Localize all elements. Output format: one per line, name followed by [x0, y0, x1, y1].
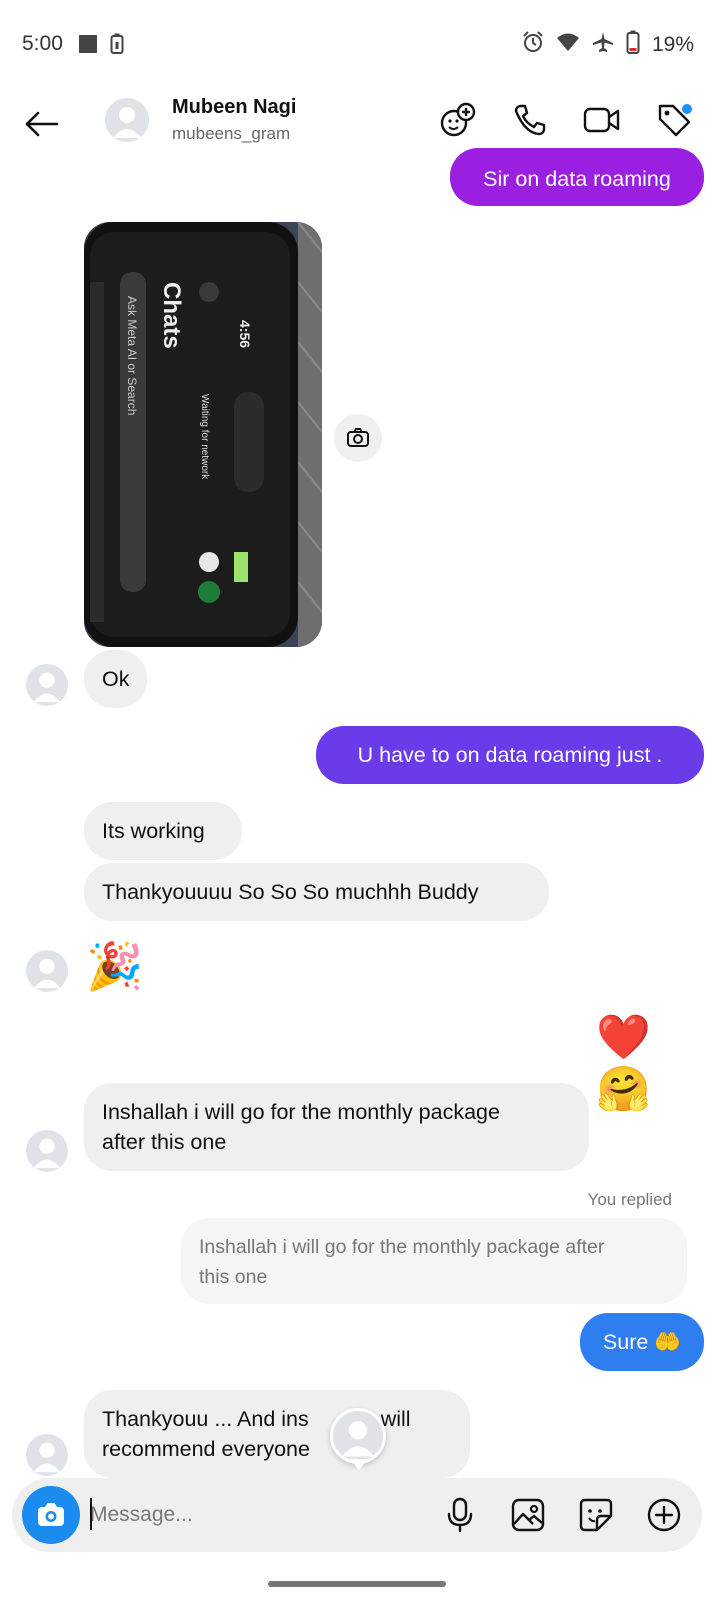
voice-message-button[interactable] — [438, 1493, 482, 1537]
emoji-message[interactable]: ❤️ 🤗 — [596, 1012, 714, 1116]
wifi-icon — [556, 32, 580, 57]
contact-avatar[interactable] — [105, 98, 149, 142]
incoming-message[interactable]: Its working — [84, 802, 242, 860]
audio-call-icon — [514, 104, 546, 136]
back-button[interactable] — [22, 104, 62, 144]
message-text-line-2: recommend everyone — [102, 1437, 310, 1461]
message-text: U have to on data roaming just . — [357, 743, 663, 767]
screen-title: Chats — [158, 282, 185, 349]
phone-screenshot-image: Chats 4:56 Waiting for network Ask Meta … — [84, 222, 322, 647]
alarm-icon — [522, 31, 544, 58]
sticker-button[interactable] — [574, 1493, 618, 1537]
message-text-segment: Thankyouu ... And ins — [102, 1407, 309, 1431]
seen-indicator-avatar — [330, 1408, 386, 1464]
status-left-icons — [78, 33, 124, 60]
microphone-icon — [447, 1497, 473, 1533]
default-user-icon — [113, 107, 141, 138]
sender-avatar[interactable] — [26, 1434, 68, 1476]
screen-time: 4:56 — [237, 320, 253, 348]
video-call-button[interactable] — [582, 100, 622, 140]
screen-search: Ask Meta AI or Search — [125, 296, 139, 415]
back-arrow-icon — [25, 111, 59, 137]
incoming-message[interactable]: Inshallah i will go for the monthly pack… — [84, 1083, 589, 1171]
camera-icon — [38, 1503, 64, 1526]
status-right-icons: 19% — [522, 30, 694, 59]
square-notification-icon — [78, 34, 98, 59]
sticker-icon — [579, 1498, 613, 1532]
default-user-icon — [33, 1138, 61, 1169]
composer-actions — [438, 1493, 686, 1537]
message-text: Thankyouuuu So So So muchhh Buddy — [102, 880, 479, 904]
incoming-message[interactable]: Thankyouu ... And ins h will recommend ev… — [84, 1390, 470, 1478]
airplane-mode-icon — [592, 31, 614, 58]
message-text: Ok — [102, 667, 130, 691]
message-text-line-1: Inshallah i will go for the monthly pack… — [102, 1100, 500, 1124]
default-user-icon — [342, 1421, 374, 1457]
gallery-button[interactable] — [506, 1493, 550, 1537]
sender-avatar[interactable] — [26, 664, 68, 706]
incoming-message[interactable]: Thankyouuuu So So So muchhh Buddy — [84, 863, 549, 921]
default-user-icon — [33, 1442, 61, 1473]
outgoing-message[interactable]: U have to on data roaming just . — [316, 726, 704, 784]
contact-handle[interactable]: mubeens_gram — [172, 124, 290, 144]
notification-dot — [682, 104, 692, 114]
reply-quote[interactable]: Inshallah i will go for the monthly pack… — [181, 1218, 687, 1304]
message-text-line-1: Thankyouu ... And ins h will — [102, 1404, 452, 1434]
battery-icon — [626, 30, 640, 59]
battery-percent: 19% — [651, 32, 694, 56]
add-effects-button[interactable] — [438, 100, 478, 140]
home-indicator[interactable] — [268, 1581, 446, 1587]
more-options-button[interactable] — [642, 1493, 686, 1537]
video-call-icon — [583, 107, 620, 133]
status-time: 5:00 — [22, 32, 63, 55]
camera-icon — [347, 428, 369, 447]
photo-message[interactable]: Chats 4:56 Waiting for network Ask Meta … — [84, 222, 322, 647]
message-text: ❤️ 🤗 — [596, 1013, 651, 1114]
message-text: Sir on data roaming — [483, 167, 671, 191]
text-caret — [90, 1498, 92, 1530]
message-text-line-2: after this one — [102, 1130, 227, 1154]
screen-status: Waiting for network — [199, 394, 210, 480]
message-text: Its working — [102, 819, 205, 843]
you-replied-label: You replied — [587, 1190, 672, 1209]
header-actions — [438, 100, 694, 140]
message-text: 🎉 — [86, 940, 144, 992]
plus-circle-icon — [647, 1498, 681, 1532]
outgoing-message[interactable]: Sir on data roaming — [450, 148, 704, 206]
reply-quote-line-1: Inshallah i will go for the monthly pack… — [199, 1236, 605, 1258]
status-bar: 5:00 19% — [0, 0, 714, 90]
seen-indicator-pointer — [350, 1459, 368, 1470]
outgoing-message[interactable]: Sure 🤲 — [580, 1313, 704, 1371]
reply-quote-line-2: this one — [199, 1266, 268, 1288]
add-effects-icon — [440, 102, 476, 137]
message-composer — [12, 1478, 702, 1552]
contact-name[interactable]: Mubeen Nagi — [172, 96, 296, 119]
audio-call-button[interactable] — [510, 100, 550, 140]
incoming-message[interactable]: Ok — [84, 650, 147, 708]
sender-avatar[interactable] — [26, 950, 68, 992]
battery-saver-icon — [110, 33, 124, 60]
gallery-icon — [511, 1498, 545, 1532]
default-user-icon — [33, 958, 61, 989]
camera-button[interactable] — [22, 1486, 80, 1544]
emoji-message[interactable]: 🎉 — [86, 940, 143, 992]
sender-avatar[interactable] — [26, 1130, 68, 1172]
photo-camera-button[interactable] — [334, 414, 382, 462]
tag-button[interactable] — [654, 100, 694, 140]
message-input[interactable] — [90, 1496, 390, 1534]
message-text: Sure 🤲 — [602, 1330, 682, 1354]
default-user-icon — [33, 672, 61, 703]
